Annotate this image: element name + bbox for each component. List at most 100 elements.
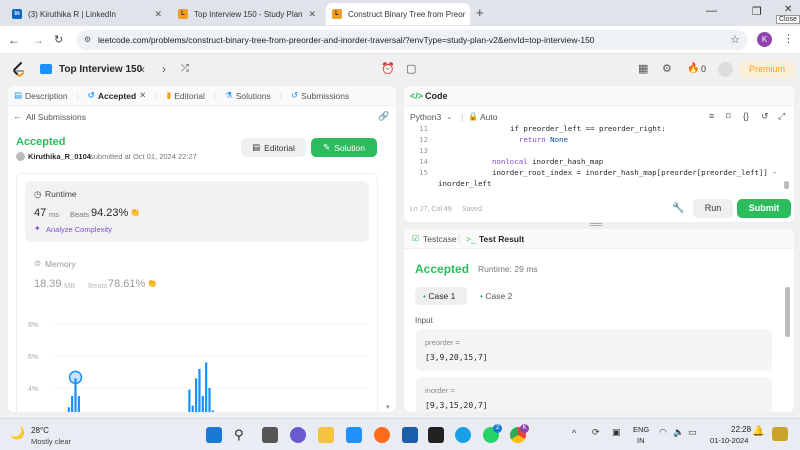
run-button[interactable]: Run (693, 199, 733, 218)
windows-start-icon[interactable] (206, 427, 222, 443)
leetcode-logo-icon[interactable] (12, 62, 26, 78)
scroll-down-icon[interactable]: ▾ (386, 403, 390, 411)
back-arrow-icon[interactable]: ← (8, 32, 20, 48)
chevron-up-icon[interactable]: ^ (572, 428, 576, 438)
bookmark-star-icon[interactable]: ☆ (730, 30, 740, 50)
language-indicator[interactable]: ENG (633, 425, 649, 434)
tray-app-icon[interactable]: ▣ (612, 427, 621, 438)
task-view-icon[interactable] (262, 427, 278, 443)
braces-icon[interactable]: {} (743, 111, 749, 121)
notes-icon[interactable]: ▢ (406, 62, 416, 75)
next-problem-icon[interactable]: › (162, 62, 166, 76)
chart-bar[interactable] (191, 405, 194, 412)
app-icon[interactable] (402, 427, 418, 443)
editor-scrollbar[interactable] (784, 181, 789, 189)
chart-bar[interactable] (201, 396, 204, 412)
chart-bar[interactable] (188, 389, 191, 412)
language-select[interactable]: Python3 (410, 112, 441, 122)
all-submissions-link[interactable]: All Submissions (26, 112, 86, 122)
link-icon[interactable]: 🔗 (378, 111, 389, 122)
editorial-button[interactable]: ▤ Editorial (241, 138, 306, 157)
url-bar[interactable]: ⚙ leetcode.com/problems/construct-binary… (76, 30, 748, 50)
streak-fire-icon[interactable]: 🔥 (687, 63, 699, 74)
solution-button[interactable]: ✎ Solution (311, 138, 377, 157)
browser-tab-study-plan[interactable]: L Top Interview 150 - Study Plan ✕ (172, 3, 320, 25)
meet-icon[interactable] (290, 427, 306, 443)
chart-bar[interactable] (198, 368, 201, 412)
tab-testcase[interactable]: Testcase (423, 234, 457, 244)
reset-icon[interactable]: ↺ (761, 111, 769, 122)
chart-bar[interactable] (195, 378, 198, 412)
settings-gear-icon[interactable]: ⚙ (662, 62, 672, 75)
auto-mode[interactable]: Auto (480, 112, 498, 122)
clock-time[interactable]: 22:28 (731, 425, 751, 434)
chart-bar[interactable] (205, 362, 208, 412)
debugger-icon[interactable]: 🔧 (672, 203, 684, 214)
profile-avatar[interactable]: K (757, 32, 772, 47)
close-icon[interactable]: ✕ (148, 9, 162, 20)
runtime-distribution-chart[interactable]: 8%6%4%2% (28, 312, 376, 412)
timer-icon[interactable]: ⏰ (381, 62, 395, 75)
search-icon[interactable]: ⚲ (234, 427, 250, 443)
fullscreen-icon[interactable]: ⤢ (778, 111, 785, 122)
tab-submissions[interactable]: ↺ Submissions (291, 90, 349, 101)
runtime-card[interactable]: ◷ Runtime 47 ms Beats 94.23% 👏 ✦ Analyze… (25, 181, 369, 242)
volume-icon[interactable]: 🔈 (673, 427, 684, 438)
weather-moon-icon[interactable]: 🌙 (10, 426, 25, 440)
case-1-tab[interactable]: • Case 1 (415, 287, 467, 305)
new-tab-button[interactable]: + (476, 5, 484, 20)
reload-icon[interactable]: ↻ (54, 32, 63, 48)
firefox-icon[interactable] (374, 427, 390, 443)
chart-bar[interactable] (208, 388, 211, 412)
case-2-tab[interactable]: • Case 2 (474, 287, 526, 305)
bookmark-icon[interactable]: ⌑ (726, 111, 731, 122)
minimize-button[interactable]: — (706, 5, 717, 17)
study-plan-title[interactable]: Top Interview 150 (59, 64, 142, 75)
store-icon[interactable] (346, 427, 362, 443)
submit-button[interactable]: Submit (737, 199, 791, 218)
site-info-icon[interactable]: ⚙ (84, 30, 91, 50)
copilot-icon[interactable] (772, 427, 788, 441)
edge-icon[interactable] (455, 427, 471, 443)
tab-editorial[interactable]: ▮ Editorial (167, 90, 205, 101)
tab-test-result[interactable]: Test Result (479, 234, 524, 244)
close-icon[interactable]: ✕ (303, 9, 317, 20)
chart-bar[interactable] (71, 396, 74, 412)
highlight-marker[interactable] (68, 370, 83, 385)
back-arrow-icon[interactable]: ← (13, 111, 22, 121)
maximize-button[interactable]: ❐ (752, 5, 762, 18)
terminal-icon[interactable] (428, 427, 444, 443)
tab-description[interactable]: ▤ Description (14, 90, 68, 101)
format-icon[interactable]: ≡ (709, 111, 714, 121)
premium-button[interactable]: Premium (740, 61, 794, 78)
code-editor[interactable]: 11 if preorder_left == preorder_right: 12 r… (404, 123, 786, 191)
close-icon[interactable]: ✕ (139, 90, 146, 101)
layout-grid-icon[interactable]: ▦ (638, 62, 648, 75)
prev-problem-icon[interactable]: ‹ (141, 62, 145, 76)
notification-bell-icon[interactable]: 🔔 (752, 426, 764, 437)
forward-arrow-icon[interactable]: → (32, 32, 44, 48)
analyze-complexity-link[interactable]: Analyze Complexity (46, 225, 112, 234)
chart-bar[interactable] (211, 410, 214, 412)
tab-solutions[interactable]: ⚗ Solutions (225, 90, 271, 101)
tab-accepted[interactable]: ↺ Accepted ✕ (88, 90, 147, 101)
user-avatar[interactable] (718, 62, 733, 77)
chart-bar[interactable] (67, 407, 70, 412)
close-icon[interactable]: ✕ (465, 9, 470, 20)
window-close-button[interactable]: ✕ (784, 4, 792, 15)
sync-icon[interactable]: ⟳ (592, 427, 600, 438)
shuffle-icon[interactable]: ⤮ (181, 63, 189, 74)
file-explorer-icon[interactable] (318, 427, 334, 443)
chart-bar[interactable] (77, 396, 80, 412)
panel-resize-handle[interactable] (590, 223, 602, 226)
browser-tab-linkedin[interactable]: in (3) Kiruthika R | LinkedIn ✕ (6, 3, 168, 25)
submitter-name[interactable]: Kiruthika_R_0104 (28, 152, 91, 161)
weather-temp[interactable]: 28°C (31, 426, 49, 435)
clap-icon: 👏 (130, 208, 140, 217)
test-scrollbar[interactable] (785, 287, 790, 337)
browser-menu-icon[interactable]: ⋮ (783, 32, 794, 45)
wifi-icon[interactable]: ◠ (659, 427, 667, 438)
browser-tab-active[interactable]: L Construct Binary Tree from Preor ✕ (326, 3, 470, 25)
battery-icon[interactable]: ▭ (688, 427, 697, 438)
chevron-down-icon[interactable]: ⌄ (446, 112, 453, 121)
